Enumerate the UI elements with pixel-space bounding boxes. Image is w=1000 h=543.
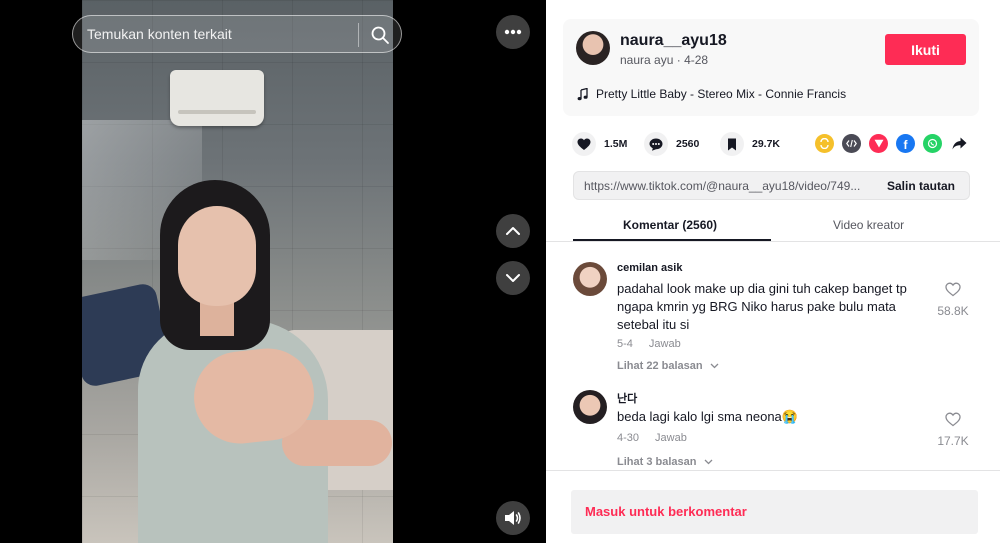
post-date: 4-28 <box>684 53 709 67</box>
login-to-comment-label: Masuk untuk berkomentar <box>585 504 747 519</box>
facebook-glyph: f <box>903 137 908 152</box>
send-glyph <box>874 139 883 148</box>
comment-count: 2560 <box>676 138 700 150</box>
comment-like-button[interactable]: 58.8K <box>933 282 973 318</box>
bookmark-button[interactable] <box>720 132 744 156</box>
embed-glyph <box>846 139 857 148</box>
comment-username[interactable]: cemilan asik <box>617 262 682 274</box>
comment-button[interactable] <box>644 132 668 156</box>
comment-list[interactable]: cemilan asik padahal look make up dia gi… <box>546 252 1000 470</box>
comment-meta: 4-30 Jawab <box>617 432 687 444</box>
author-nickname: naura ayu <box>620 53 674 67</box>
view-replies-label: Lihat 3 balasan <box>617 456 697 468</box>
view-replies-button[interactable]: Lihat 22 balasan <box>617 360 719 372</box>
author-username[interactable]: naura__ayu18 <box>620 32 727 50</box>
comment-like-count: 17.7K <box>937 434 969 448</box>
comment-like-count: 58.8K <box>937 304 969 318</box>
like-button[interactable] <box>572 132 596 156</box>
tiktok-video-page: Temukan konten terkait naura__ayu18 naur… <box>0 0 1000 543</box>
more-icon <box>504 29 522 35</box>
author-card: naura__ayu18 naura ayu · 4-28 Ikuti Pret… <box>563 19 979 116</box>
comment-input-bar: Masuk untuk berkomentar <box>546 470 1000 543</box>
video-link-box: https://www.tiktok.com/@naura__ayu18/vid… <box>573 171 970 200</box>
bookmark-count: 29.7K <box>752 138 781 150</box>
search-input[interactable]: Temukan konten terkait <box>72 15 402 53</box>
next-video-button[interactable] <box>496 261 530 295</box>
search-divider <box>358 23 359 47</box>
heart-outline-icon <box>945 412 961 427</box>
comment-like-button[interactable]: 17.7K <box>933 412 973 448</box>
details-panel: naura__ayu18 naura ayu · 4-28 Ikuti Pret… <box>546 0 1000 543</box>
separator-dot: · <box>676 53 685 67</box>
chevron-up-icon <box>506 227 520 235</box>
heart-outline-icon <box>945 282 961 297</box>
search-placeholder: Temukan konten terkait <box>87 26 232 42</box>
volume-button[interactable] <box>496 501 530 535</box>
music-note-icon <box>577 87 588 100</box>
whatsapp-icon[interactable] <box>923 134 942 153</box>
repost-glyph <box>820 138 829 149</box>
air-conditioner <box>170 70 264 126</box>
previous-video-button[interactable] <box>496 214 530 248</box>
person-face <box>178 206 256 306</box>
send-icon[interactable] <box>869 134 888 153</box>
comment-avatar[interactable] <box>573 390 607 424</box>
repost-icon[interactable] <box>815 134 834 153</box>
tabs: Komentar (2560) Video kreator <box>546 213 1000 242</box>
music-title: Pretty Little Baby - Stereo Mix - Connie… <box>596 87 847 101</box>
search-icon[interactable] <box>370 25 390 45</box>
video-url[interactable]: https://www.tiktok.com/@naura__ayu18/vid… <box>584 179 874 193</box>
heart-icon <box>577 138 591 150</box>
copy-link-button[interactable]: Salin tautan <box>887 179 955 193</box>
music-link[interactable]: Pretty Little Baby - Stereo Mix - Connie… <box>577 87 846 101</box>
comment-item: 난다 beda lagi kalo lgi sma neona😭 4-30 Jaw… <box>573 390 983 470</box>
more-options-button[interactable] <box>496 15 530 49</box>
chevron-down-icon <box>506 274 520 282</box>
tab-comments[interactable]: Komentar (2560) <box>623 218 717 232</box>
bookmark-icon <box>728 138 736 150</box>
author-avatar[interactable] <box>576 31 610 65</box>
comment-text: beda lagi kalo lgi sma neona😭 <box>617 409 798 424</box>
comment-icon <box>649 138 663 151</box>
video-frame[interactable] <box>82 0 393 543</box>
login-to-comment-button[interactable]: Masuk untuk berkomentar <box>571 490 978 534</box>
follow-button[interactable]: Ikuti <box>885 34 966 65</box>
comment-date: 4-30 <box>617 432 640 444</box>
comment-date: 5-4 <box>617 338 633 350</box>
comment-item: cemilan asik padahal look make up dia gi… <box>573 262 983 382</box>
whatsapp-glyph <box>927 138 938 149</box>
author-nickname-date: naura ayu · 4-28 <box>620 53 708 67</box>
comment-username[interactable]: 난다 <box>617 390 637 406</box>
facebook-icon[interactable]: f <box>896 134 915 153</box>
comment-avatar[interactable] <box>573 262 607 296</box>
tab-creator-videos[interactable]: Video kreator <box>833 218 904 232</box>
share-arrow-glyph <box>952 137 967 150</box>
reply-button[interactable]: Jawab <box>655 432 687 444</box>
action-bar: 1.5M 2560 29.7K f <box>572 130 992 158</box>
chevron-down-icon <box>704 459 713 465</box>
view-replies-label: Lihat 22 balasan <box>617 360 703 372</box>
chevron-down-icon <box>710 363 719 369</box>
embed-icon[interactable] <box>842 134 861 153</box>
like-count: 1.5M <box>604 138 628 150</box>
view-replies-button[interactable]: Lihat 3 balasan <box>617 456 713 468</box>
video-player[interactable]: Temukan konten terkait <box>0 0 546 543</box>
reply-button[interactable]: Jawab <box>649 338 681 350</box>
volume-icon <box>505 511 521 525</box>
comment-text: padahal look make up dia gini tuh cakep … <box>617 281 907 332</box>
comment-meta: 5-4 Jawab <box>617 338 681 350</box>
share-arrow-icon[interactable] <box>950 134 969 153</box>
active-tab-indicator <box>573 239 771 241</box>
